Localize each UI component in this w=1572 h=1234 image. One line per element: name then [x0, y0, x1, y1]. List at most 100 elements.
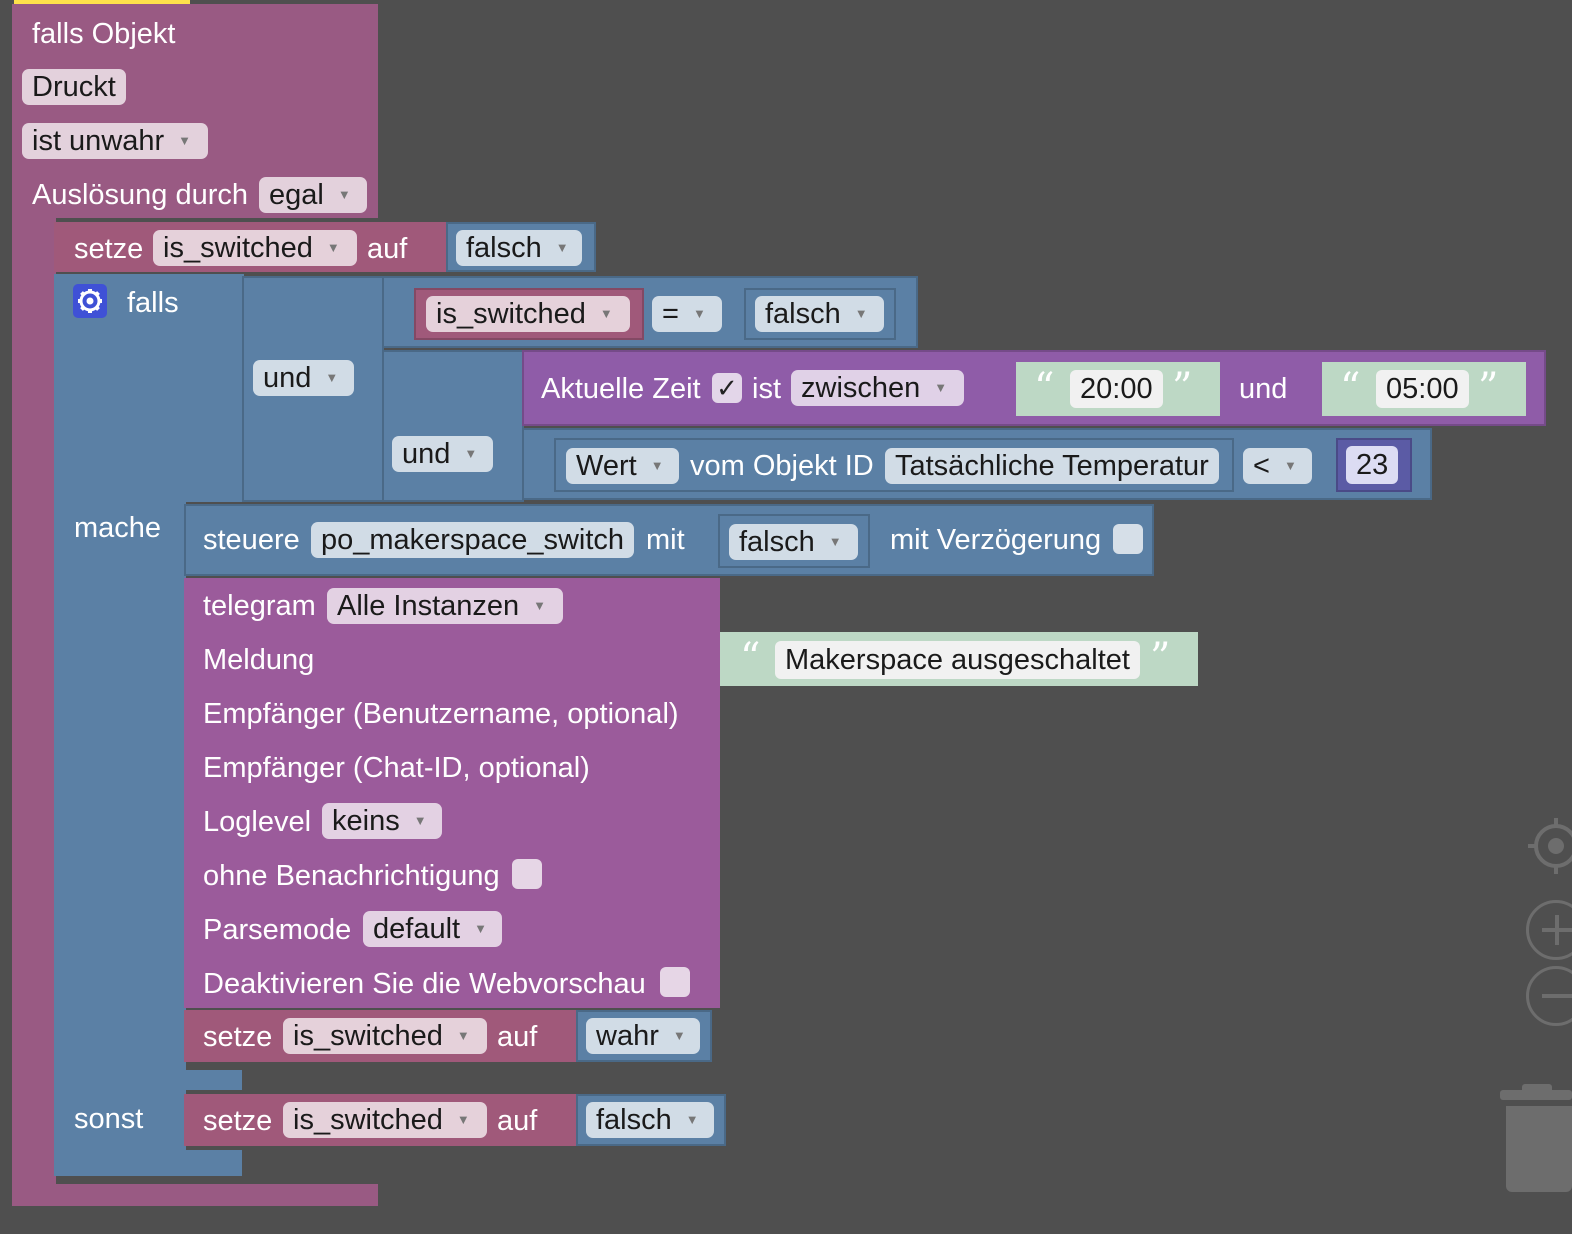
set3-value-dropdown[interactable]: falsch ▼: [586, 1102, 714, 1138]
zoom-out-icon[interactable]: [1526, 966, 1572, 1026]
set2-value-dropdown[interactable]: wahr ▼: [586, 1018, 700, 1054]
trigger-label: Auslösung durch: [32, 179, 249, 211]
set2-to: auf: [497, 1021, 538, 1053]
dropdown-arrow-icon: ▼: [934, 380, 948, 395]
time-to-field[interactable]: 05:00: [1376, 370, 1469, 408]
open-quote-icon: “: [1034, 365, 1055, 411]
dropdown-arrow-icon: ▼: [555, 240, 569, 255]
set1-var-dropdown[interactable]: is_switched ▼: [153, 230, 357, 266]
control-mit-label: mit: [646, 524, 685, 556]
parsemode-dropdown[interactable]: default ▼: [363, 911, 502, 947]
time-from-field[interactable]: 20:00: [1070, 370, 1163, 408]
target-icon[interactable]: [1526, 816, 1572, 876]
dropdown-arrow-icon: ▼: [325, 370, 339, 385]
dropdown-arrow-icon: ▼: [178, 133, 192, 148]
set2-var-dropdown[interactable]: is_switched ▼: [283, 1018, 487, 1054]
message-field[interactable]: Makerspace ausgeschaltet: [775, 641, 1140, 679]
compare-value-dropdown[interactable]: falsch ▼: [755, 296, 884, 332]
set2-prefix: setze: [203, 1021, 273, 1053]
dropdown-arrow-icon: ▼: [854, 306, 868, 321]
and-inner-dropdown[interactable]: und ▼: [392, 436, 493, 472]
dropdown-arrow-icon: ▼: [692, 306, 706, 321]
set3-to: auf: [497, 1105, 538, 1137]
telegram-label: telegram: [203, 590, 316, 622]
event-object-label: Druckt: [32, 71, 116, 103]
if-else-sonst-row: [54, 1070, 242, 1090]
set1-var: is_switched: [163, 232, 313, 264]
close-quote-icon: ”: [1172, 365, 1193, 411]
time-label: Aktuelle Zeit: [541, 373, 701, 405]
and-inner-label: und: [402, 438, 451, 470]
compare-var-dropdown[interactable]: is_switched ▼: [426, 296, 630, 332]
time-mode: zwischen: [801, 372, 921, 404]
chat-label: Empfänger (Chat-ID, optional): [203, 752, 590, 784]
event-object-field[interactable]: Druckt: [22, 69, 126, 105]
dropdown-arrow-icon: ▼: [326, 240, 340, 255]
close-quote-icon: ”: [1478, 365, 1499, 411]
dropdown-arrow-icon: ▼: [828, 534, 842, 549]
zoom-in-icon[interactable]: [1526, 900, 1572, 960]
close-quote-icon: ”: [1150, 635, 1171, 681]
value-op: <: [1253, 450, 1270, 482]
telegram-instance-dropdown[interactable]: Alle Instanzen ▼: [327, 588, 563, 624]
dropdown-arrow-icon: ▼: [599, 306, 613, 321]
do-label: mache: [74, 512, 162, 544]
silent-label: ohne Benachrichtigung: [203, 860, 500, 892]
dropdown-arrow-icon: ▼: [456, 1028, 470, 1043]
set1-value: falsch: [466, 232, 542, 264]
number-field[interactable]: 23: [1346, 446, 1399, 484]
time-checkbox[interactable]: ✓: [712, 373, 742, 403]
set3-var-dropdown[interactable]: is_switched ▼: [283, 1102, 487, 1138]
open-quote-icon: “: [740, 635, 761, 681]
telegram-instance: Alle Instanzen: [337, 590, 520, 622]
event-condition-label: ist unwahr: [32, 125, 165, 157]
object-id-value: Tatsächliche Temperatur: [895, 450, 1209, 482]
control-object: po_makerspace_switch: [321, 524, 625, 556]
dropdown-arrow-icon: ▼: [474, 921, 487, 936]
wert-label: Wert: [576, 450, 637, 482]
gear-icon[interactable]: [73, 284, 107, 318]
delay-checkbox[interactable]: [1113, 524, 1143, 554]
trigger-value: egal: [269, 179, 324, 211]
compare-op-dropdown[interactable]: = ▼: [652, 296, 722, 332]
dropdown-arrow-icon: ▼: [533, 598, 547, 613]
value-op-dropdown[interactable]: < ▼: [1243, 448, 1312, 484]
parsemode-value: default: [373, 913, 461, 945]
and-block-inner[interactable]: [382, 350, 524, 502]
silent-checkbox[interactable]: [512, 859, 542, 889]
webpreview-checkbox[interactable]: [660, 967, 690, 997]
event-block-bottom: [12, 1184, 378, 1206]
event-condition-dropdown[interactable]: ist unwahr ▼: [22, 123, 208, 159]
loglevel-dropdown[interactable]: keins ▼: [322, 803, 442, 839]
delay-label: mit Verzögerung: [890, 524, 1102, 556]
compare-var: is_switched: [436, 298, 586, 330]
trigger-dropdown[interactable]: egal ▼: [259, 177, 367, 213]
if-label: falls: [127, 287, 179, 319]
object-id-field[interactable]: Tatsächliche Temperatur: [885, 448, 1219, 484]
set2-var: is_switched: [293, 1020, 443, 1052]
set3-var: is_switched: [293, 1104, 443, 1136]
else-label: sonst: [74, 1103, 144, 1135]
object-id-label: vom Objekt ID: [690, 450, 874, 482]
dropdown-arrow-icon: ▼: [650, 458, 664, 473]
and-outer-label: und: [263, 362, 312, 394]
dropdown-arrow-icon: ▼: [456, 1112, 470, 1127]
open-quote-icon: “: [1340, 365, 1361, 411]
user-label: Empfänger (Benutzername, optional): [203, 698, 679, 730]
event-title: falls Objekt: [32, 18, 176, 50]
compare-op: =: [662, 298, 679, 330]
time-mode-dropdown[interactable]: zwischen ▼: [791, 370, 964, 406]
message-label: Meldung: [203, 644, 315, 676]
trash-icon[interactable]: [1500, 1084, 1572, 1194]
and-outer-dropdown[interactable]: und ▼: [253, 360, 354, 396]
wert-dropdown[interactable]: Wert ▼: [566, 448, 679, 484]
parsemode-label: Parsemode: [203, 914, 352, 946]
dropdown-arrow-icon: ▼: [672, 1028, 686, 1043]
dropdown-arrow-icon: ▼: [413, 813, 427, 828]
control-object-field[interactable]: po_makerspace_switch: [311, 522, 635, 558]
set1-value-dropdown[interactable]: falsch ▼: [456, 230, 582, 266]
time-ist-label: ist: [752, 373, 781, 405]
dropdown-arrow-icon: ▼: [464, 446, 478, 461]
control-value-dropdown[interactable]: falsch ▼: [729, 524, 858, 560]
dropdown-arrow-icon: ▼: [685, 1112, 699, 1127]
